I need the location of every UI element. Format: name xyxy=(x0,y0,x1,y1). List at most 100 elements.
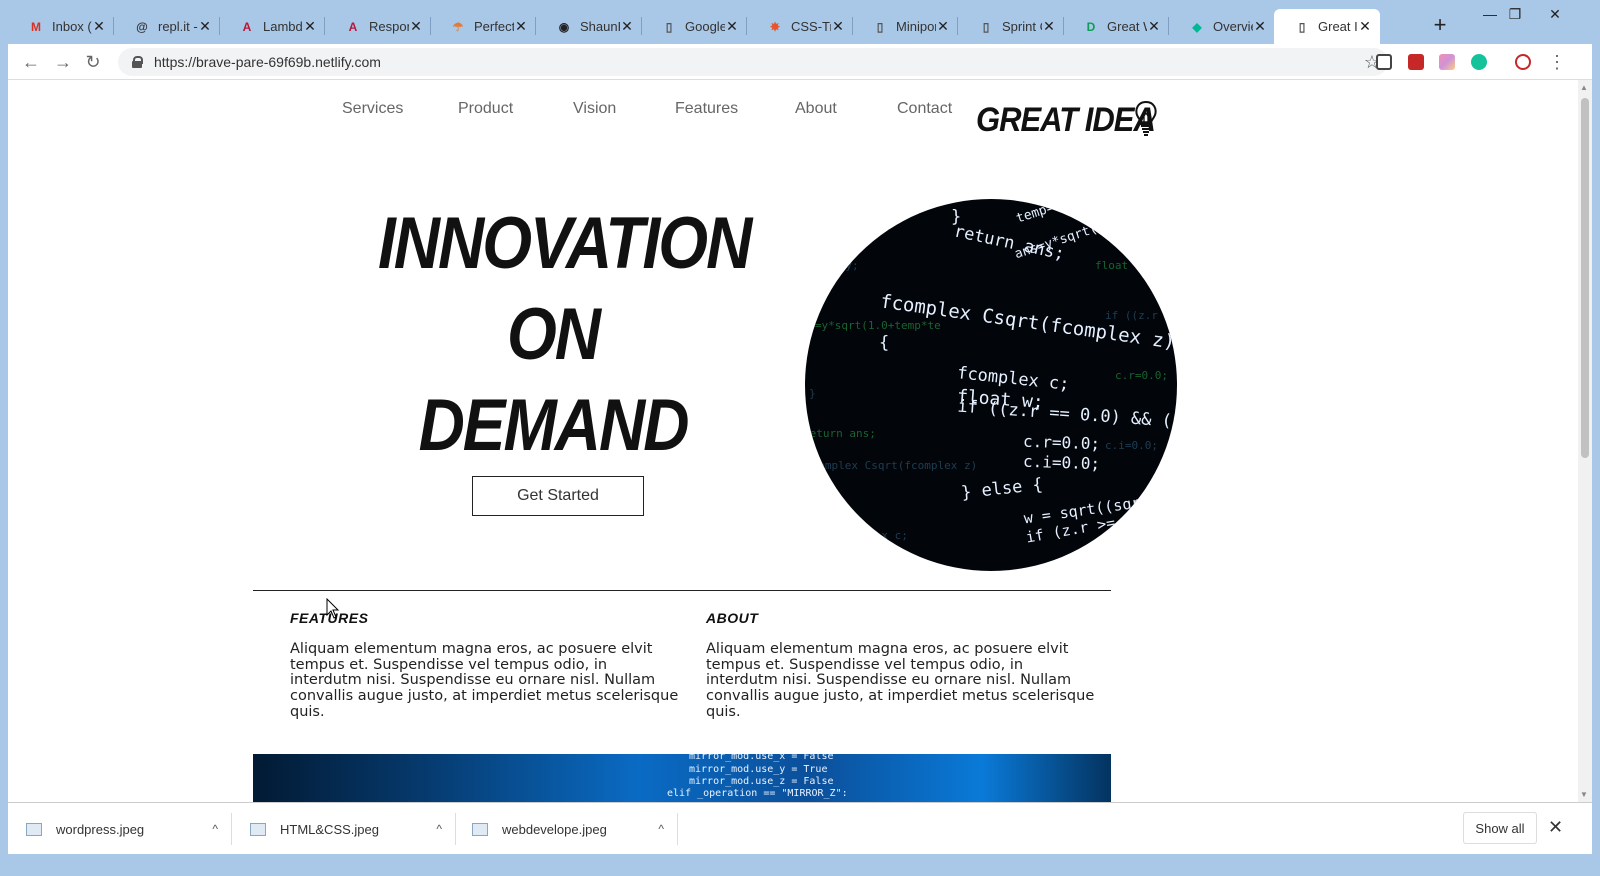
tab-close-icon[interactable]: ✕ xyxy=(725,18,739,35)
tab-strip: MInbox (5✕@repl.it -✕ALambda✕ARespons✕☂P… xyxy=(0,0,1600,44)
restore-button[interactable]: ❐ xyxy=(1500,6,1530,23)
browser-tab[interactable]: A Respons✕ xyxy=(325,9,431,44)
tab-close-icon[interactable]: ✕ xyxy=(1253,18,1267,35)
github-icon: ◉ xyxy=(558,19,570,34)
download-item[interactable]: HTML&CSS.jpeg ^ xyxy=(232,803,456,855)
close-window-button[interactable]: ✕ xyxy=(1540,6,1570,23)
tab-title: PerfectP xyxy=(474,19,514,34)
image-file-icon xyxy=(26,822,42,836)
browser-tab[interactable]: ◆ Overvie✕ xyxy=(1169,9,1275,44)
page-icon: ▯ xyxy=(1298,19,1306,34)
download-filename: wordpress.jpeg xyxy=(56,821,145,837)
code-texture: fcomplex c; xyxy=(835,529,908,542)
tab-close-icon[interactable]: ✕ xyxy=(1358,18,1372,35)
hero-line: DEMAND xyxy=(418,383,690,466)
mouse-cursor-icon xyxy=(326,598,340,619)
browser-tab[interactable]: ☂ PerfectP✕ xyxy=(430,9,536,44)
browser-tab[interactable]: ▯ Sprint C✕ xyxy=(958,9,1064,44)
tab-title: Overvie xyxy=(1213,19,1253,34)
scroll-up-icon[interactable]: ▲ xyxy=(1580,83,1588,92)
code-line: { xyxy=(879,333,890,353)
browser-tab[interactable]: A Lambda✕ xyxy=(219,9,325,44)
code-line: c.r=0.0; xyxy=(1022,431,1101,454)
chevron-up-icon[interactable]: ^ xyxy=(436,822,442,836)
lock-icon xyxy=(132,56,143,68)
new-tab-button[interactable]: + xyxy=(1426,12,1454,38)
browser-tab[interactable]: ▯ Minipor ✕ xyxy=(852,9,958,44)
code-line: c.i=0.0; xyxy=(1022,451,1101,474)
banner-code-line: mirror_mod.use_x = False xyxy=(689,754,834,762)
tab-close-icon[interactable]: ✕ xyxy=(409,18,423,35)
image-file-icon xyxy=(250,822,266,836)
download-item[interactable]: wordpress.jpeg ^ xyxy=(8,803,232,855)
tab-close-icon[interactable]: ✕ xyxy=(1147,18,1161,35)
brand-logo[interactable]: GREAT IDEA xyxy=(976,100,1156,140)
extension-red-icon[interactable] xyxy=(1408,54,1424,70)
browser-tab[interactable]: ✸ CSS-Tric✕ xyxy=(747,9,853,44)
chevron-up-icon[interactable]: ^ xyxy=(212,822,218,836)
back-button[interactable]: ← xyxy=(20,52,42,73)
reload-button[interactable]: ↻ xyxy=(82,52,104,73)
tab-close-icon[interactable]: ✕ xyxy=(514,18,528,35)
browser-tab[interactable]: @ repl.it - ✕ xyxy=(114,9,220,44)
about-text: Aliquam elementum magna eros, ac posuere… xyxy=(706,641,1095,720)
banner-code-line: mirror_mod.use_z = False xyxy=(689,776,834,787)
downloads-bar: wordpress.jpeg ^ HTML&CSS.jpeg ^ webdeve… xyxy=(8,802,1592,854)
nav-link-services[interactable]: Services xyxy=(342,100,403,118)
close-downloads-icon[interactable]: ✕ xyxy=(1548,817,1563,838)
tab-close-icon[interactable]: ✕ xyxy=(92,18,106,35)
code-texture: return ans; xyxy=(805,427,876,440)
profile-avatar-icon[interactable] xyxy=(1515,54,1531,70)
browser-menu-icon[interactable]: ⋮ xyxy=(1546,52,1568,73)
show-all-downloads-button[interactable]: Show all xyxy=(1463,812,1537,844)
code-banner-image: mirror_mod.use_x = False mirror_mod.use_… xyxy=(253,754,1111,802)
page-viewport: Services Product Vision Features About C… xyxy=(8,80,1592,802)
browser-tab[interactable]: D Great W✕ xyxy=(1063,9,1169,44)
tab-title: repl.it - xyxy=(158,19,198,34)
extension-gradient-icon[interactable] xyxy=(1439,54,1455,70)
nav-link-features[interactable]: Features xyxy=(675,100,738,118)
grammarly-icon[interactable] xyxy=(1471,54,1487,70)
scroll-down-icon[interactable]: ▼ xyxy=(1580,790,1588,799)
hero-title: INNOVATION ON DEMAND xyxy=(378,198,752,471)
nav-link-product[interactable]: Product xyxy=(458,100,513,118)
address-bar[interactable]: https://brave-pare-69f69b.netlify.com ☆ xyxy=(118,48,1388,76)
browser-tab[interactable]: M Inbox (5✕ xyxy=(8,9,114,44)
chevron-up-icon[interactable]: ^ xyxy=(658,822,664,836)
tab-close-icon[interactable]: ✕ xyxy=(1042,18,1056,35)
lambda-shield-icon: A xyxy=(242,19,252,34)
features-text: Aliquam elementum magna eros, ac posuere… xyxy=(290,641,679,720)
page-scrollbar[interactable]: ▲ ▼ xyxy=(1578,80,1592,802)
gmail-icon: M xyxy=(31,19,41,34)
download-item[interactable]: webdevelope.jpeg ^ xyxy=(454,803,678,855)
nav-link-vision[interactable]: Vision xyxy=(573,100,616,118)
browser-tab[interactable]: ▯ Great Id✕ xyxy=(1274,9,1380,44)
browser-tab[interactable]: ◉ ShaunK✕ xyxy=(536,9,642,44)
replit-icon: @ xyxy=(136,19,148,34)
hero-line: INNOVATION xyxy=(378,201,752,285)
url-text: https://brave-pare-69f69b.netlify.com xyxy=(154,54,381,70)
code-line: } else { xyxy=(960,474,1044,504)
code-line: return ans; xyxy=(952,221,1067,265)
get-started-button[interactable]: Get Started xyxy=(472,476,644,516)
cast-icon[interactable] xyxy=(1376,54,1392,70)
browser-tab[interactable]: ▯ Google ✕ xyxy=(641,9,747,44)
image-file-icon xyxy=(472,822,488,836)
section-divider xyxy=(253,590,1111,591)
scrollbar-thumb[interactable] xyxy=(1581,98,1589,458)
nav-link-contact[interactable]: Contact xyxy=(897,100,952,118)
code-image: temp=x/y; ans=y*sqrt(1.0+temp*te} return a… xyxy=(805,199,1177,571)
forward-button[interactable]: → xyxy=(52,52,74,73)
tab-title: Respons xyxy=(369,19,409,34)
tab-close-icon[interactable]: ✕ xyxy=(620,18,634,35)
hero-line: ON xyxy=(507,292,601,376)
nav-link-about[interactable]: About xyxy=(795,100,837,118)
tab-close-icon[interactable]: ✕ xyxy=(198,18,212,35)
page-icon: ▯ xyxy=(665,19,673,34)
tab-close-icon[interactable]: ✕ xyxy=(303,18,317,35)
tab-close-icon[interactable]: ✕ xyxy=(936,18,950,35)
tab-title: ShaunK xyxy=(580,19,620,34)
lambda-shield-icon: A xyxy=(348,19,358,34)
code-texture: if ((z.r == 0.0) && (z.i == 0.0)) { xyxy=(1105,309,1177,322)
tab-close-icon[interactable]: ✕ xyxy=(831,18,845,35)
